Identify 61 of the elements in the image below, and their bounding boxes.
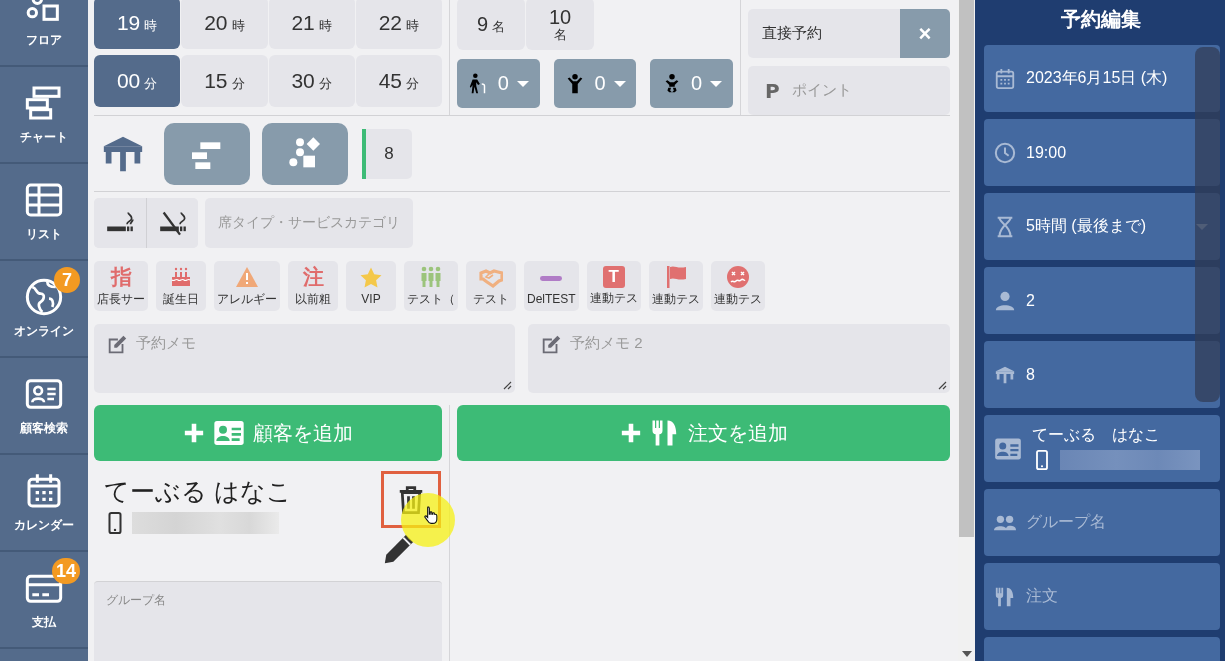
reservation-field[interactable]: 2023年6月15日 (木) <box>984 45 1220 112</box>
scrollbar-thumb[interactable] <box>1195 47 1220 402</box>
tag-glyph: 注 <box>302 264 324 289</box>
customer-name: てーぶる はなこ <box>104 476 293 507</box>
party-size-option[interactable]: 10 名 <box>526 0 594 50</box>
time-option[interactable]: 15 分 <box>181 55 268 107</box>
edit-icon <box>106 334 128 356</box>
source-field[interactable]: 直接予約 × <box>748 9 950 58</box>
tag-option[interactable]: T 連動テス <box>586 261 641 311</box>
edit-icon <box>540 334 562 356</box>
scrollbar-thumb[interactable] <box>959 0 974 537</box>
plus-icon <box>619 422 642 444</box>
tag-glyph: 指 <box>110 264 132 289</box>
time-option[interactable]: 19 時 <box>94 0 181 49</box>
plus-icon <box>183 422 205 444</box>
caret-icon <box>710 80 723 87</box>
tag-option[interactable]: テスト <box>466 261 516 311</box>
guest-count-dropdown[interactable]: 0 <box>457 59 540 108</box>
resize-grip-icon <box>938 381 947 390</box>
reservation-field[interactable]: 注文 <box>984 563 1220 630</box>
group-name-field[interactable]: グループ名 <box>94 581 442 661</box>
caret-icon <box>516 80 529 87</box>
tag-option[interactable]: 誕生日 <box>156 261 206 311</box>
view-toggle[interactable] <box>262 123 348 185</box>
reservation-field[interactable]: グループ名 <box>984 489 1220 556</box>
guest-count-dropdown[interactable]: 0 <box>553 59 637 108</box>
letter-tile: T <box>602 265 625 288</box>
time-option[interactable]: 30 分 <box>268 55 355 107</box>
count-badge: 7 <box>54 267 80 293</box>
tag-option[interactable]: 注 以前粗 <box>288 261 338 311</box>
count-badge: 14 <box>51 558 80 584</box>
party-size-option[interactable]: 9 名 <box>457 0 525 50</box>
reservation-field[interactable]: 8 <box>984 341 1220 408</box>
reservation-field[interactable]: てーぶる はなこ <box>984 415 1220 482</box>
time-option[interactable]: 22 時 <box>355 0 442 49</box>
points-field[interactable]: P ポイント <box>748 66 950 115</box>
table-number: 8 <box>362 129 412 179</box>
time-option[interactable]: 21 時 <box>268 0 355 49</box>
tag-option[interactable]: 連動テス <box>648 261 703 311</box>
tag-option[interactable]: 指 店長サー <box>94 261 148 311</box>
clear-button[interactable]: × <box>900 9 950 58</box>
tag-option[interactable]: テスト（ <box>404 261 458 311</box>
resize-grip-icon <box>503 381 512 390</box>
view-toggle[interactable] <box>164 123 250 185</box>
calendar-icon <box>994 67 1016 90</box>
no-smoking-icon <box>158 209 187 237</box>
globe-icon <box>24 277 64 317</box>
time-option[interactable]: 00 分 <box>94 55 181 107</box>
panel-title: 予約編集 <box>1060 7 1142 32</box>
clock-icon <box>994 141 1016 164</box>
tag-option[interactable]: VIP <box>346 261 396 311</box>
tag-option[interactable]: 連動テス <box>710 261 765 311</box>
person-icon <box>994 289 1016 312</box>
caret-icon <box>613 80 626 87</box>
tag-option[interactable]: DelTEST <box>524 261 579 311</box>
time-option[interactable]: 20 時 <box>181 0 268 49</box>
tag-option[interactable]: アレルギー <box>214 261 280 311</box>
time-option[interactable]: 45 分 <box>355 55 442 107</box>
scroll-down-icon[interactable] <box>961 650 972 657</box>
guest-count-dropdown[interactable]: 0 <box>650 59 733 108</box>
fork-knife-icon <box>994 585 1016 608</box>
